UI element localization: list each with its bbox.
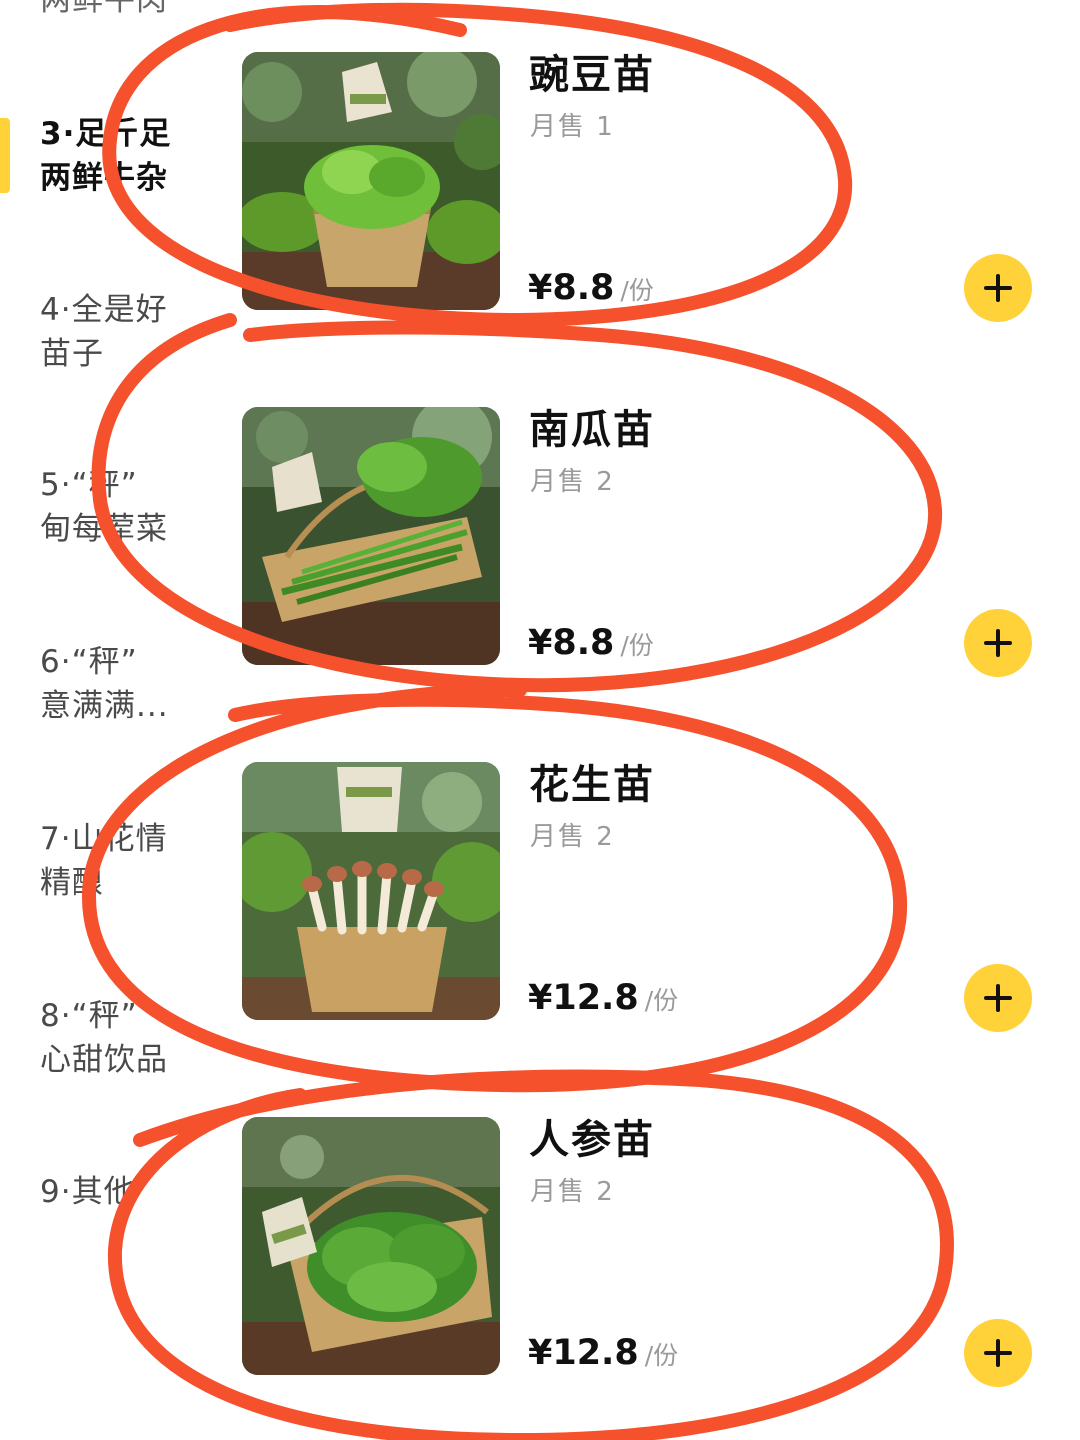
price-value: ¥12.8 <box>528 978 639 1018</box>
product-image-ginseng-shoots[interactable] <box>242 1117 500 1375</box>
product-price: ¥8.8/份 <box>528 623 654 663</box>
category-label: 3·足斤足 <box>40 116 172 152</box>
price-unit: /份 <box>620 276 654 305</box>
monthly-sales: 月售 2 <box>530 822 615 852</box>
category-item-3[interactable]: 3·足斤足 两鲜牛杂 <box>40 112 210 200</box>
product-name: 花生苗 <box>529 762 655 808</box>
category-label: 心甜饮品 <box>40 1042 168 1078</box>
plus-icon <box>984 629 1012 657</box>
price-value: ¥12.8 <box>528 1333 639 1373</box>
category-label: 4·全是好 <box>40 292 168 328</box>
category-label: 意满满... <box>40 688 169 724</box>
category-item-6[interactable]: 6·“秤” 意满满... <box>40 640 210 728</box>
add-to-cart-button[interactable] <box>964 1319 1032 1387</box>
product-price: ¥12.8/份 <box>528 1333 678 1373</box>
category-item-4[interactable]: 4·全是好 苗子 <box>40 288 210 376</box>
category-label: 苗子 <box>40 336 104 372</box>
plus-icon <box>984 984 1012 1012</box>
product-price: ¥12.8/份 <box>528 978 678 1018</box>
plus-icon <box>984 274 1012 302</box>
category-label: 7·山花情 <box>40 821 168 857</box>
price-unit: /份 <box>644 986 679 1015</box>
monthly-sales: 月售 2 <box>530 1177 615 1207</box>
add-to-cart-button[interactable] <box>964 254 1032 322</box>
category-label: 8·“秤” <box>40 998 138 1034</box>
plus-icon <box>984 1339 1012 1367</box>
add-to-cart-button[interactable] <box>964 964 1032 1032</box>
category-label: 9·其他 <box>40 1174 136 1210</box>
category-item-5[interactable]: 5·“秤” 甸每荤菜 <box>40 463 210 551</box>
category-sidebar: 两鲜牛肉 3·足斤足 两鲜牛杂 4·全是好 苗子 5·“秤” 甸每荤菜 6·“秤… <box>0 0 215 1440</box>
category-label: 两鲜牛杂 <box>40 160 168 196</box>
category-item-7[interactable]: 7·山花情 精酿 <box>40 817 210 905</box>
add-to-cart-button[interactable] <box>964 609 1032 677</box>
category-label: 甸每荤菜 <box>40 511 168 547</box>
product-name: 南瓜苗 <box>529 407 655 453</box>
price-value: ¥8.8 <box>528 268 615 308</box>
product-image-pea-shoots[interactable] <box>242 52 500 310</box>
product-card[interactable]: 豌豆苗 月售 1 ¥8.8/份 <box>242 52 1052 322</box>
category-label: 5·“秤” <box>40 467 138 503</box>
product-price: ¥8.8/份 <box>528 268 654 308</box>
category-item-9[interactable]: 9·其他 <box>40 1170 210 1214</box>
monthly-sales: 月售 1 <box>530 112 615 142</box>
price-unit: /份 <box>620 631 654 660</box>
product-image-peanut-sprouts[interactable] <box>242 762 500 1020</box>
price-unit: /份 <box>644 1341 679 1370</box>
category-label: 两鲜牛肉 <box>40 0 168 18</box>
product-name: 豌豆苗 <box>529 52 655 98</box>
product-name: 人参苗 <box>529 1117 655 1163</box>
monthly-sales: 月售 2 <box>530 467 615 497</box>
product-card[interactable]: 南瓜苗 月售 2 ¥8.8/份 <box>242 407 1052 677</box>
category-label: 精酿 <box>40 865 104 901</box>
price-value: ¥8.8 <box>528 623 615 663</box>
category-partial[interactable]: 两鲜牛肉 <box>40 0 210 22</box>
active-category-indicator <box>0 118 10 193</box>
product-image-pumpkin-shoots[interactable] <box>242 407 500 665</box>
category-label: 6·“秤” <box>40 644 138 680</box>
category-item-8[interactable]: 8·“秤” 心甜饮品 <box>40 994 210 1082</box>
product-card[interactable]: 人参苗 月售 2 ¥12.8/份 <box>242 1117 1052 1387</box>
product-card[interactable]: 花生苗 月售 2 ¥12.8/份 <box>242 762 1052 1032</box>
